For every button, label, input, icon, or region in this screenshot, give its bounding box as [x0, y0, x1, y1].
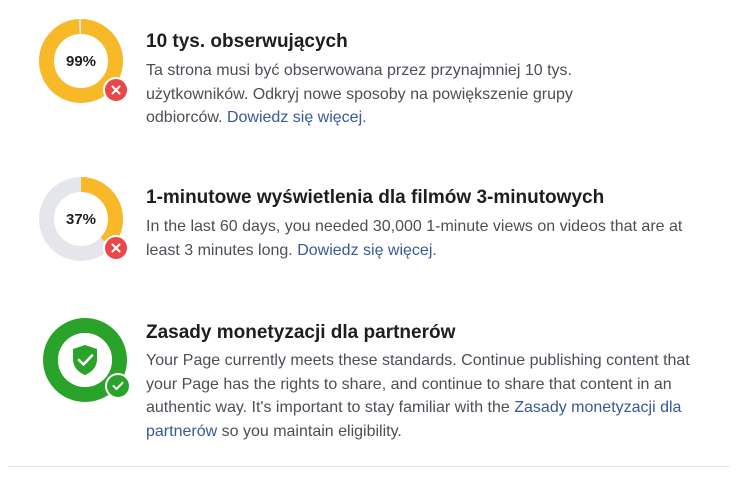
- requirement-title: 10 tys. obserwujących: [146, 31, 348, 52]
- requirement-title: 1-minutowe wyświetlenia dla filmów 3-min…: [146, 187, 605, 208]
- requirement-title: Zasady monetyzacji dla partnerów: [146, 322, 456, 343]
- close-icon: [103, 235, 129, 261]
- requirement-description: Ta strona musi być obserwowana przez prz…: [146, 59, 616, 130]
- description-text-end: so you maintain eligibility.: [221, 422, 402, 440]
- close-icon: [103, 77, 129, 103]
- divider: [8, 466, 730, 467]
- check-icon: [105, 373, 131, 399]
- learn-more-link[interactable]: Dowiedz się więcej.: [227, 109, 367, 126]
- requirement-description: In the last 60 days, you needed 30,000 1…: [146, 215, 706, 262]
- requirement-description: Your Page currently meets these standard…: [146, 349, 696, 443]
- learn-more-link[interactable]: Dowiedz się więcej.: [297, 242, 437, 259]
